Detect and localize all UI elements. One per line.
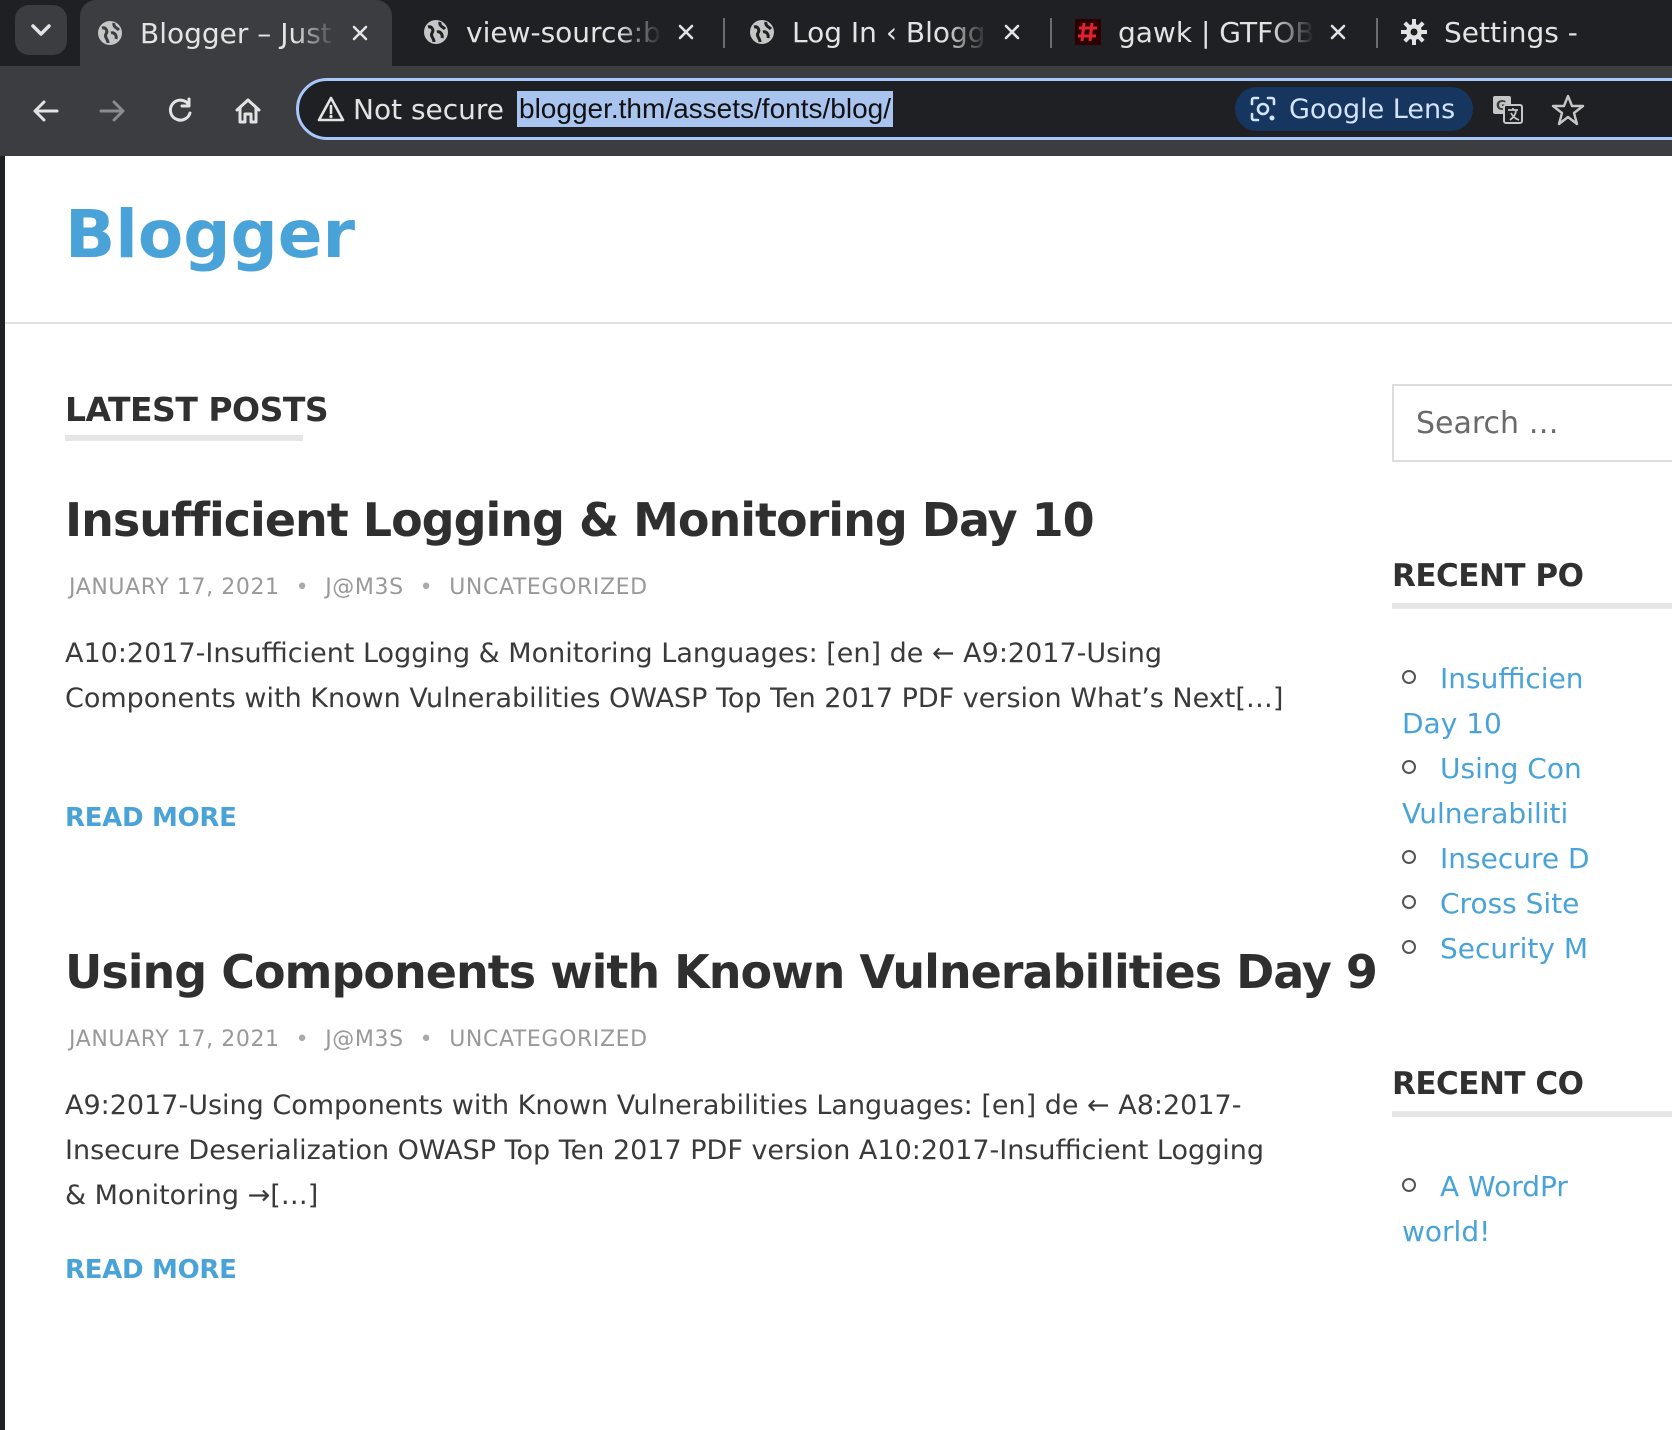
browser-tab-strip: Blogger – Just a view-source:blo Log In … bbox=[0, 0, 1672, 66]
recent-post-link-continued[interactable]: Vulnerabiliti bbox=[1402, 791, 1672, 836]
security-indicator[interactable]: Not secure bbox=[317, 81, 504, 137]
bookmark-star-icon[interactable] bbox=[1551, 93, 1585, 127]
gtfobins-icon bbox=[1075, 19, 1101, 45]
reload-button[interactable] bbox=[158, 89, 202, 133]
web-page: Blogger LATEST POSTS Insufficient Loggin… bbox=[0, 156, 1672, 1430]
meta-separator: • bbox=[419, 575, 434, 600]
read-more-link[interactable]: READ MORE bbox=[65, 803, 237, 833]
warning-triangle-icon bbox=[317, 96, 345, 122]
post-meta: JANUARY 17, 2021 • J@M3S • UNCATEGORIZED bbox=[69, 575, 648, 600]
globe-icon bbox=[98, 21, 122, 45]
recent-post-item[interactable]: Using Con Vulnerabiliti bbox=[1402, 746, 1672, 836]
tab-search-button[interactable] bbox=[15, 5, 67, 55]
recent-posts-heading: RECENT PO bbox=[1392, 558, 1584, 594]
recent-post-item[interactable]: Insufficien Day 10 bbox=[1402, 656, 1672, 746]
recent-post-link[interactable]: Insufficien bbox=[1440, 662, 1584, 695]
home-icon bbox=[235, 98, 261, 124]
google-lens-label: Google Lens bbox=[1289, 93, 1456, 125]
tab-separator bbox=[1376, 18, 1378, 48]
recent-comments-heading: RECENT CO bbox=[1392, 1066, 1584, 1102]
recent-posts-list: Insufficien Day 10 Using Con Vulnerabili… bbox=[1402, 656, 1672, 971]
read-more-link[interactable]: READ MORE bbox=[65, 1255, 237, 1285]
post-author[interactable]: J@M3S bbox=[325, 575, 403, 600]
recent-post-item[interactable]: Insecure D bbox=[1402, 836, 1672, 881]
post-category[interactable]: UNCATEGORIZED bbox=[449, 575, 647, 600]
recent-comment-item[interactable]: A WordPr world! bbox=[1402, 1164, 1672, 1254]
post-date[interactable]: JANUARY 17, 2021 bbox=[69, 1027, 280, 1052]
gear-icon bbox=[1401, 19, 1427, 45]
back-button[interactable] bbox=[24, 89, 68, 133]
recent-post-item[interactable]: Security M bbox=[1402, 926, 1672, 971]
tab-settings[interactable]: Settings - bbox=[1384, 2, 1672, 62]
tab-title: Blogger – Just a bbox=[140, 16, 336, 50]
recent-post-link[interactable]: Security M bbox=[1440, 932, 1588, 965]
post-author[interactable]: J@M3S bbox=[325, 1027, 403, 1052]
list-bullet bbox=[1402, 760, 1416, 774]
tab-gtfobins[interactable]: gawk | GTFOBin bbox=[1058, 2, 1366, 62]
meta-separator: • bbox=[419, 1027, 434, 1052]
recent-post-link-continued[interactable]: Day 10 bbox=[1402, 701, 1672, 746]
tab-title: Settings - bbox=[1444, 15, 1578, 49]
forward-button[interactable] bbox=[90, 89, 134, 133]
list-bullet bbox=[1402, 670, 1416, 684]
recent-comment-link[interactable]: A WordPr bbox=[1440, 1170, 1568, 1203]
latest-posts-heading: LATEST POSTS bbox=[65, 390, 329, 429]
meta-separator: • bbox=[295, 575, 310, 600]
post-excerpt: A9:2017-Using Components with Known Vuln… bbox=[65, 1090, 1265, 1211]
translate-icon[interactable]: G bbox=[1491, 93, 1525, 127]
address-bar[interactable]: Not secure blogger.thm/assets/fonts/blog… bbox=[296, 78, 1672, 140]
tab-title: gawk | GTFOBin bbox=[1118, 15, 1314, 49]
tab-view-source[interactable]: view-source:blo bbox=[406, 2, 714, 62]
post-title[interactable]: Using Components with Known Vulnerabilit… bbox=[65, 945, 1378, 999]
recent-post-link[interactable]: Insecure D bbox=[1440, 842, 1590, 875]
tab-separator bbox=[1050, 18, 1052, 48]
heading-underline bbox=[1392, 603, 1672, 609]
search-input[interactable] bbox=[1392, 384, 1672, 462]
reload-icon bbox=[168, 97, 192, 122]
tab-login[interactable]: Log In ‹ Blogger bbox=[732, 2, 1040, 62]
tab-separator bbox=[723, 18, 725, 48]
close-icon[interactable] bbox=[1000, 20, 1024, 44]
tab-blogger[interactable]: Blogger – Just a bbox=[80, 0, 392, 66]
post-item: Using Components with Known Vulnerabilit… bbox=[65, 945, 1378, 1285]
globe-icon bbox=[750, 20, 774, 44]
google-lens-icon bbox=[1250, 96, 1276, 122]
chevron-down-icon bbox=[31, 24, 51, 36]
url-text[interactable]: blogger.thm/assets/fonts/blog/ bbox=[517, 91, 893, 127]
meta-separator: • bbox=[295, 1027, 310, 1052]
security-label: Not secure bbox=[353, 92, 505, 126]
globe-icon bbox=[424, 20, 448, 44]
recent-post-link[interactable]: Using Con bbox=[1440, 752, 1582, 785]
close-icon[interactable] bbox=[348, 21, 372, 45]
arrow-right-icon bbox=[99, 100, 125, 122]
site-title[interactable]: Blogger bbox=[65, 196, 355, 273]
list-bullet bbox=[1402, 1178, 1416, 1192]
post-date[interactable]: JANUARY 17, 2021 bbox=[69, 575, 280, 600]
list-bullet bbox=[1402, 850, 1416, 864]
post-category[interactable]: UNCATEGORIZED bbox=[449, 1027, 647, 1052]
list-bullet bbox=[1402, 940, 1416, 954]
sidebar: RECENT PO Insufficien Day 10 Using Con V… bbox=[1392, 156, 1672, 1430]
heading-underline bbox=[1392, 1111, 1672, 1117]
close-icon[interactable] bbox=[674, 20, 698, 44]
post-title[interactable]: Insufficient Logging & Monitoring Day 10 bbox=[65, 493, 1315, 547]
browser-toolbar: Not secure blogger.thm/assets/fonts/blog… bbox=[0, 66, 1672, 156]
list-bullet bbox=[1402, 895, 1416, 909]
close-icon[interactable] bbox=[1326, 20, 1350, 44]
post-meta: JANUARY 17, 2021 • J@M3S • UNCATEGORIZED bbox=[69, 1027, 648, 1052]
recent-comments-list: A WordPr world! bbox=[1402, 1164, 1672, 1254]
heading-underline bbox=[65, 435, 303, 441]
tab-title: Log In ‹ Blogger bbox=[792, 15, 988, 49]
arrow-left-icon bbox=[33, 100, 59, 122]
google-lens-button[interactable]: Google Lens bbox=[1235, 87, 1474, 131]
home-button[interactable] bbox=[226, 89, 270, 133]
recent-post-link[interactable]: Cross Site bbox=[1440, 887, 1579, 920]
post-excerpt: A10:2017-Insufficient Logging & Monitori… bbox=[65, 638, 1284, 714]
tab-title: view-source:blo bbox=[466, 15, 662, 49]
recent-comment-link-continued[interactable]: world! bbox=[1402, 1209, 1672, 1254]
post-item: Insufficient Logging & Monitoring Day 10… bbox=[65, 493, 1315, 833]
recent-post-item[interactable]: Cross Site bbox=[1402, 881, 1672, 926]
